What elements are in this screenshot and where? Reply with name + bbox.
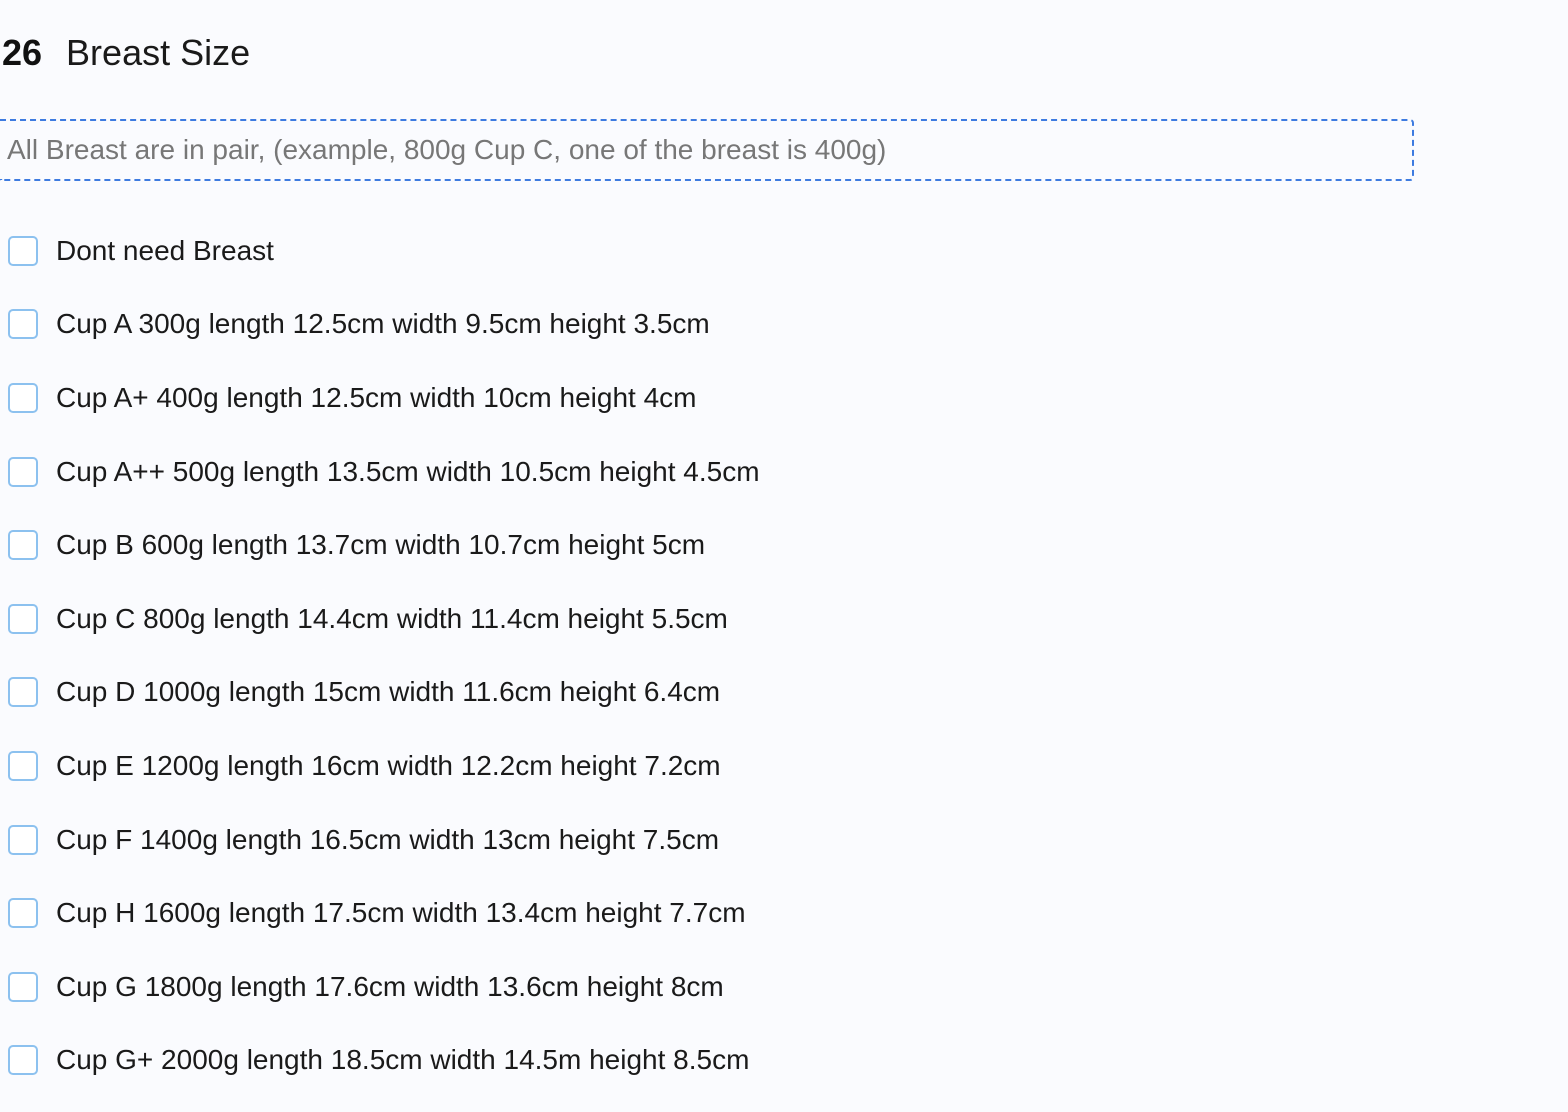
checkbox[interactable] [8,898,38,929]
option-label: Cup B 600g length 13.7cm width 10.7cm he… [56,529,706,561]
option-cup-h[interactable]: Cup H 1600g length 17.5cm width 13.4cm h… [0,876,1400,950]
question-header: 26 Breast Size [2,30,250,76]
option-dont-need[interactable]: Dont need Breast [0,214,1400,288]
option-label: Cup C 800g length 14.4cm width 11.4cm he… [56,602,728,634]
checkbox[interactable] [8,235,38,266]
option-label: Dont need Breast [56,234,274,266]
checkbox[interactable] [8,309,38,340]
option-cup-a-plus[interactable]: Cup A+ 400g length 12.5cm width 10cm hei… [0,361,1400,435]
checkbox[interactable] [8,824,38,855]
option-label: Cup E 1200g length 16cm width 12.2cm hei… [56,749,721,781]
option-cup-d[interactable]: Cup D 1000g length 15cm width 11.6cm hei… [0,656,1400,730]
checkbox[interactable] [8,1045,38,1076]
option-cup-g[interactable]: Cup G 1800g length 17.6cm width 13.6cm h… [0,950,1400,1024]
checkbox[interactable] [8,456,38,487]
option-cup-e[interactable]: Cup E 1200g length 16cm width 12.2cm hei… [0,729,1400,803]
option-label: Cup D 1000g length 15cm width 11.6cm hei… [56,676,721,708]
checkbox[interactable] [8,382,38,413]
checkbox-options-list: Dont need Breast Cup A 300g length 12.5c… [0,214,1400,1097]
checkbox[interactable] [8,530,38,561]
question-note: All Breast are in pair, (example, 800g C… [0,119,1414,181]
checkbox[interactable] [8,750,38,781]
option-cup-b[interactable]: Cup B 600g length 13.7cm width 10.7cm he… [0,508,1400,582]
option-cup-c[interactable]: Cup C 800g length 14.4cm width 11.4cm he… [0,582,1400,656]
option-label: Cup A 300g length 12.5cm width 9.5cm hei… [56,308,710,340]
option-label: Cup F 1400g length 16.5cm width 13cm hei… [56,823,720,855]
option-label: Cup H 1600g length 17.5cm width 13.4cm h… [56,897,746,929]
option-cup-f[interactable]: Cup F 1400g length 16.5cm width 13cm hei… [0,803,1400,877]
option-label: Cup A++ 500g length 13.5cm width 10.5cm … [56,455,760,487]
option-cup-a-plus-plus[interactable]: Cup A++ 500g length 13.5cm width 10.5cm … [0,435,1400,509]
question-title: Breast Size [66,32,251,73]
option-label: Cup G 1800g length 17.6cm width 13.6cm h… [56,970,724,1002]
question-block: 26 Breast Size All Breast are in pair, (… [0,0,1568,1112]
option-cup-a[interactable]: Cup A 300g length 12.5cm width 9.5cm hei… [0,288,1400,362]
option-cup-g-plus[interactable]: Cup G+ 2000g length 18.5cm width 14.5m h… [0,1024,1400,1098]
checkbox[interactable] [8,971,38,1002]
option-label: Cup G+ 2000g length 18.5cm width 14.5m h… [56,1044,750,1076]
checkbox[interactable] [8,603,38,634]
question-number: 26 [2,32,43,73]
option-label: Cup A+ 400g length 12.5cm width 10cm hei… [56,381,697,413]
checkbox[interactable] [8,677,38,708]
